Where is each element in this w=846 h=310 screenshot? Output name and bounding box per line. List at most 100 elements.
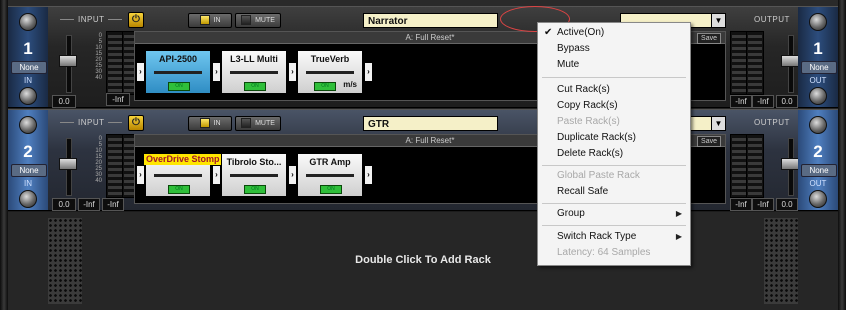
menu-item-active[interactable]: Active(On) (557, 26, 604, 40)
menu-item-copy-racks[interactable]: Copy Rack(s) (557, 99, 618, 113)
rack-2-save-button[interactable]: Save (697, 136, 721, 147)
plugin-on-led[interactable]: ON (320, 185, 342, 194)
rack-1-name-field[interactable]: Narrator (363, 13, 498, 28)
meter-segment (748, 186, 762, 189)
rack-1[interactable]: 1 None IN INPUT ⏻ IN MUTE Narrator ▼ OUT… (8, 6, 838, 108)
menu-item-mute[interactable]: Mute (557, 58, 579, 72)
input-section-label: INPUT (78, 118, 105, 127)
meter-segment (732, 174, 746, 177)
plugin-name: GTR Amp (309, 157, 351, 167)
output-gain-readout[interactable]: 0.0 (776, 95, 798, 108)
plugin-name-highlighted: OverDrive Stomp (144, 154, 222, 165)
meter-segment (108, 168, 122, 171)
rack-1-in-button[interactable]: IN (188, 13, 232, 28)
empty-rack-area[interactable]: Double Click To Add Rack (8, 212, 838, 310)
menu-item-duplicate-racks[interactable]: Duplicate Rack(s) (557, 131, 636, 145)
meter-scale: 0 5 10 15 20 25 30 40 (92, 136, 102, 184)
plugin-on-led[interactable]: ON (168, 82, 190, 91)
menu-item-latency: Latency: 64 Samples (557, 247, 651, 258)
menu-item-recall-safe[interactable]: Recall Safe (557, 185, 608, 199)
meter-segment (732, 59, 746, 62)
meter-segment (732, 71, 746, 74)
output-routing-select[interactable]: None (801, 164, 837, 177)
meter-segment (732, 144, 746, 147)
input-routing-select[interactable]: None (11, 61, 47, 74)
menu-item-bypass[interactable]: Bypass (557, 42, 590, 56)
menu-separator (542, 225, 686, 226)
chain-arrow-icon: › (136, 165, 145, 185)
plugin-name: API-2500 (158, 54, 198, 64)
input-side-label: IN (24, 76, 32, 85)
plugin-slot-3[interactable]: TrueVerb ON m/s (297, 50, 363, 94)
meter-segment (108, 138, 122, 141)
plugin-slot-2[interactable]: L3-LL Multi ON (221, 50, 287, 94)
chain-arrow-icon: › (212, 62, 221, 82)
input-gain-readout[interactable]: 0.0 (52, 95, 76, 108)
meter-segment (108, 180, 122, 183)
plugin-bar (306, 174, 354, 177)
output-side-label: OUT (809, 76, 827, 85)
meter-segment (108, 59, 122, 62)
meter-segment (748, 156, 762, 159)
meter-segment (748, 59, 762, 62)
output-meter-right (746, 31, 764, 95)
rack-2-name-field[interactable]: GTR (363, 116, 498, 131)
menu-item-delete-racks[interactable]: Delete Rack(s) (557, 147, 623, 161)
rack-1-mute-button[interactable]: MUTE (235, 13, 281, 28)
output-section-label: OUTPUT (754, 118, 790, 127)
input-gain-readout[interactable]: 0.0 (52, 198, 76, 211)
output-routing-select[interactable]: None (801, 61, 837, 74)
screw-icon (809, 87, 827, 105)
led-icon (241, 118, 252, 129)
meter-segment (748, 138, 762, 141)
chevron-down-icon[interactable]: ▼ (711, 14, 725, 27)
meter-segment (108, 35, 122, 38)
input-section-label: INPUT (78, 15, 105, 24)
rack-2-power-button[interactable]: ⏻ (128, 115, 144, 131)
rack-context-menu: ✔ Active(On) Bypass Mute Cut Rack(s) Cop… (537, 22, 691, 266)
output-fader-handle[interactable] (781, 55, 799, 67)
meter-segment (732, 41, 746, 44)
meter-segment (748, 192, 762, 195)
plugin-on-led[interactable]: ON (314, 82, 336, 91)
input-fader-handle[interactable] (59, 55, 77, 67)
meter-segment (732, 138, 746, 141)
plugin-slot-1[interactable]: OverDrive Stomp ON (144, 153, 222, 197)
chain-arrow-icon: › (288, 62, 297, 82)
menu-item-global-paste-rack: Global Paste Rack (557, 170, 640, 181)
rack-1-number: 1 (23, 39, 33, 58)
menu-item-group[interactable]: Group (557, 207, 585, 221)
output-fader-handle[interactable] (781, 158, 799, 170)
plugin-slot-1[interactable]: API-2500 ON (145, 50, 211, 94)
meter-segment (108, 186, 122, 189)
plugin-slot-3[interactable]: GTR Amp ON (297, 153, 363, 197)
rack-1-save-button[interactable]: Save (697, 33, 721, 44)
rack-2-right-panel: 2 None OUT (798, 110, 838, 210)
rack-2-mute-button[interactable]: MUTE (235, 116, 281, 131)
rack-2-in-button[interactable]: IN (188, 116, 232, 131)
meter-segment (732, 150, 746, 153)
meter-segment (748, 53, 762, 56)
plugin-on-led[interactable]: ON (244, 82, 266, 91)
screw-icon (19, 13, 37, 31)
output-gain-readout[interactable]: 0.0 (776, 198, 798, 211)
chevron-down-icon[interactable]: ▼ (711, 117, 725, 130)
divider (108, 19, 122, 20)
mute-label: MUTE (255, 17, 275, 24)
input-fader-handle[interactable] (59, 158, 77, 170)
rack-1-number-right: 1 (813, 39, 823, 58)
menu-item-cut-racks[interactable]: Cut Rack(s) (557, 83, 610, 97)
meter-segment (748, 89, 762, 92)
menu-item-switch-rack-type[interactable]: Switch Rack Type (557, 230, 636, 244)
plugin-slot-2[interactable]: Tibrolo Sto... ON (221, 153, 287, 197)
plugin-on-led[interactable]: ON (244, 185, 266, 194)
output-side-label: OUT (809, 179, 827, 188)
rack-1-power-button[interactable]: ⏻ (128, 12, 144, 28)
meter-segment (732, 65, 746, 68)
meter-segment (732, 47, 746, 50)
led-icon (241, 15, 252, 26)
input-routing-select[interactable]: None (11, 164, 47, 177)
meter-segment (748, 65, 762, 68)
plugin-on-led[interactable]: ON (168, 185, 190, 194)
rack-2[interactable]: 2 None IN INPUT ⏻ IN MUTE GTR ▼ OUTPUT 0… (8, 109, 838, 211)
